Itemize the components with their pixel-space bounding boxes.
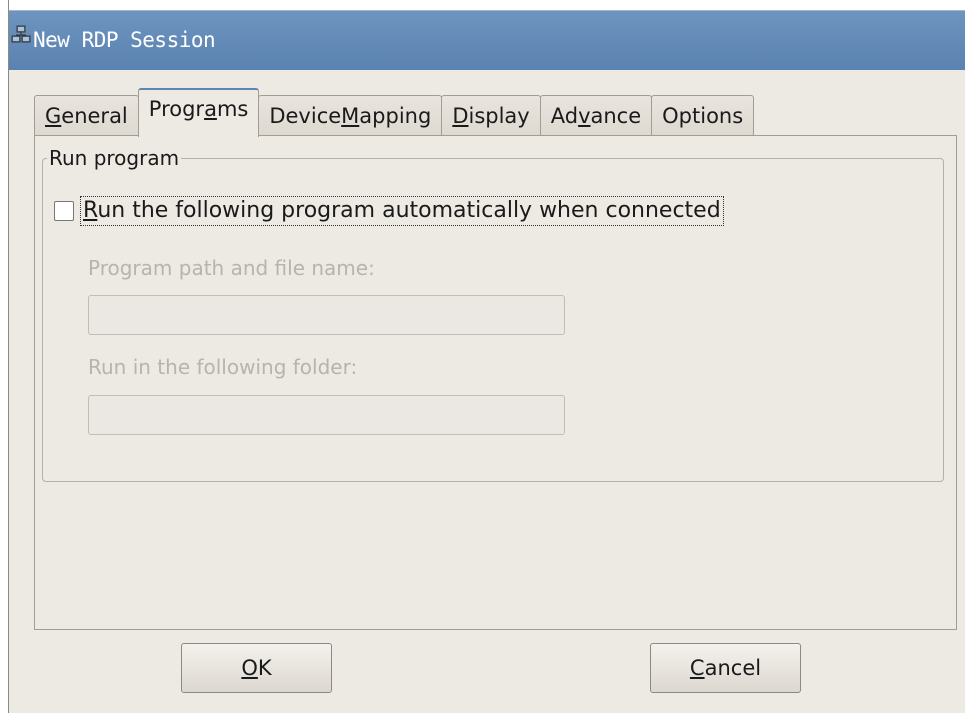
group-title: Run program [47,146,182,170]
tab-general[interactable]: General [34,95,139,136]
tab-display[interactable]: Display [441,95,541,136]
tab-options[interactable]: Options [651,95,755,136]
run-program-checkbox[interactable] [54,201,74,221]
programs-panel: Run program Run the following program au… [34,135,957,630]
run-program-checkbox-row[interactable]: Run the following program automatically … [54,196,724,226]
folder-label: Run in the following folder: [88,355,358,379]
folder-input[interactable] [88,395,565,435]
tab-programs[interactable]: Progr a ms [137,88,260,137]
window-title: New RDP Session [33,28,216,52]
run-program-checkbox-label[interactable]: Run the following program automatically … [80,196,724,226]
dialog-body: General Progr a ms Device Mapping Display … [8,70,965,713]
title-bar: New RDP Session [8,10,965,71]
tab-bar: General Progr a ms Device Mapping Display … [34,87,755,137]
run-program-group: Run program Run the following program au… [42,146,944,482]
program-path-input[interactable] [88,295,565,335]
window-left-edge [8,0,9,713]
ok-button[interactable]: OK [181,643,332,693]
cancel-button[interactable]: Cancel [650,643,801,693]
program-path-label: Program path and file name: [88,256,375,280]
tab-device-mapping[interactable]: Device Mapping [258,95,443,136]
network-computers-icon [11,25,31,43]
tab-advance[interactable]: Ad v ance [539,95,653,136]
